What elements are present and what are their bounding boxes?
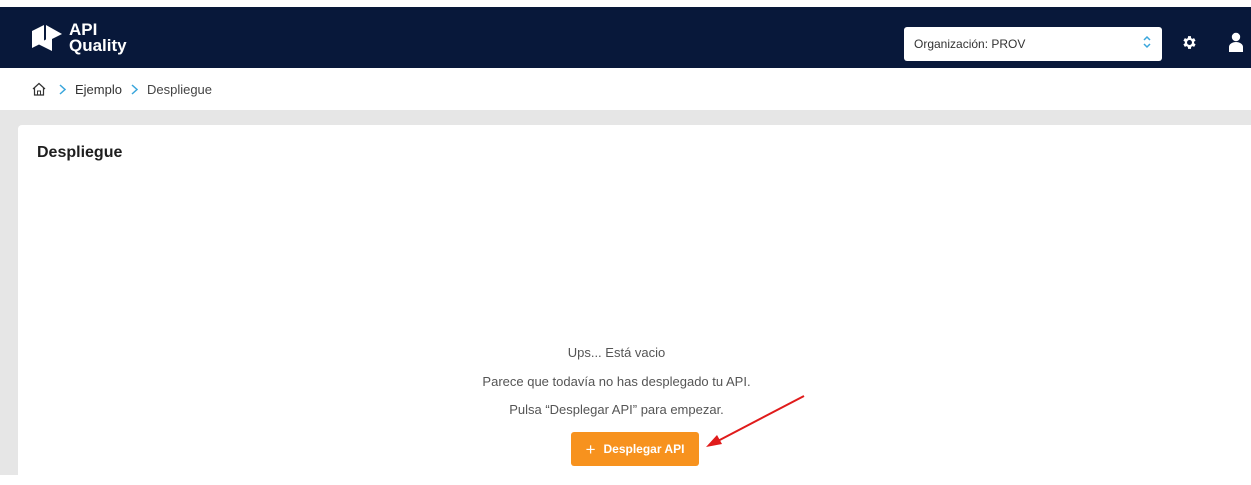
plus-icon: + [585, 439, 596, 459]
breadcrumb-item-ejemplo[interactable]: Ejemplo [75, 82, 122, 97]
organization-select[interactable]: Organización: PROV [904, 27, 1162, 61]
settings-icon[interactable] [1181, 34, 1198, 51]
select-updown-icon [1143, 35, 1151, 49]
annotation-arrow-icon [706, 395, 805, 447]
logo[interactable]: API Quality [30, 19, 127, 57]
user-icon[interactable] [1228, 32, 1244, 52]
breadcrumb-separator-icon [59, 83, 66, 95]
top-strip [0, 0, 1251, 7]
top-navbar: API Quality Organización: PROV [0, 7, 1251, 68]
breadcrumb-separator-icon [131, 83, 138, 95]
breadcrumb-item-despliegue: Despliegue [146, 81, 213, 97]
page-title: Despliegue [37, 144, 123, 161]
deployment-card: Despliegue [18, 125, 1251, 485]
deploy-api-button[interactable]: + Desplegar API [571, 432, 699, 466]
logo-text: API Quality [69, 21, 127, 55]
breadcrumb: Ejemplo Despliegue [0, 68, 1251, 110]
organization-select-value: Organización: PROV [914, 37, 1026, 51]
empty-state-line-2: Pulsa “Desplegar API” para empezar. [509, 402, 724, 417]
home-icon[interactable] [32, 82, 46, 96]
deploy-api-button-label: Desplegar API [603, 442, 685, 456]
api-quality-logo-icon [32, 25, 62, 51]
empty-state-title: Ups... Está vacio [567, 345, 666, 360]
logo-line-quality: Quality [69, 36, 127, 55]
empty-state-line-1: Parece que todavía no has desplegado tu … [482, 374, 751, 389]
